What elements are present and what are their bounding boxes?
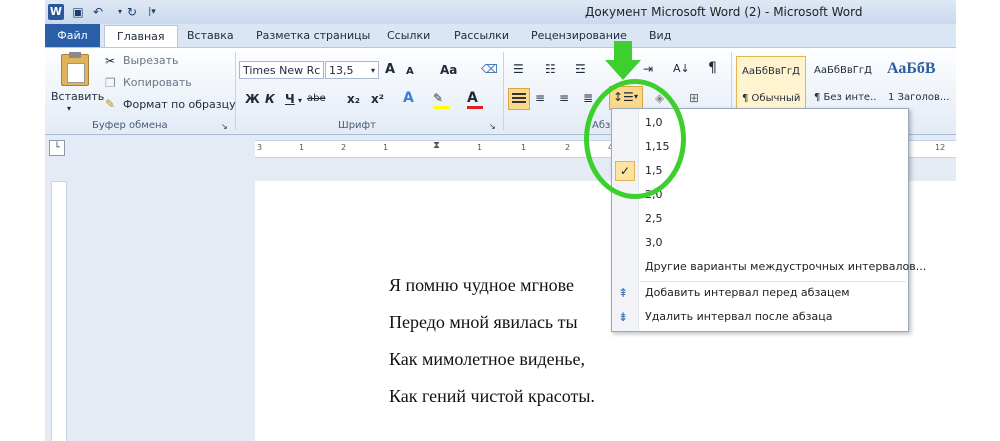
font-size-combo[interactable]: 13,5 ▾ bbox=[325, 61, 379, 79]
style-heading-1[interactable]: АаБбВ 1 Заголов... bbox=[883, 56, 951, 110]
subscript-icon[interactable]: x₂ bbox=[347, 91, 360, 107]
style-name: 1 Заголов... bbox=[888, 92, 950, 103]
paste-icon[interactable] bbox=[61, 52, 89, 86]
group-separator bbox=[503, 52, 504, 130]
copy-button[interactable]: Копировать bbox=[123, 76, 192, 89]
tab-home[interactable]: Главная bbox=[104, 25, 178, 49]
indent-icon[interactable]: ⇥ bbox=[643, 61, 653, 77]
style-preview: АаБбВвГгД bbox=[814, 65, 872, 76]
align-center-icon[interactable]: ≡ bbox=[535, 90, 545, 106]
paste-dropdown-icon[interactable]: ▾ bbox=[67, 104, 71, 113]
ruler-mark: 1 bbox=[299, 143, 305, 152]
borders-icon[interactable]: ⊞ bbox=[689, 90, 699, 106]
tab-view[interactable]: Вид bbox=[649, 24, 671, 48]
tab-file[interactable]: Файл bbox=[45, 24, 100, 47]
style-preview: АаБбВ bbox=[887, 60, 936, 77]
customize-qat-icon[interactable]: |▾ bbox=[143, 3, 161, 21]
bold-icon[interactable]: Ж bbox=[245, 91, 260, 107]
font-color-icon[interactable]: A bbox=[467, 90, 478, 106]
align-left-icon[interactable] bbox=[508, 88, 530, 110]
undo-icon[interactable]: ↶ bbox=[89, 3, 107, 21]
clipboard-launcher-icon[interactable]: ↘ bbox=[221, 119, 228, 135]
highlight-icon[interactable]: ✎ bbox=[433, 90, 443, 106]
style-normal[interactable]: АаБбВвГгД ¶ Обычный bbox=[736, 56, 806, 112]
change-case-icon[interactable]: Aa bbox=[440, 62, 457, 78]
annotation-arrow-head bbox=[605, 60, 641, 80]
clear-formatting-icon[interactable]: ⌫ bbox=[481, 61, 498, 77]
ruler-mark: 1 bbox=[383, 143, 389, 152]
font-color-bar bbox=[467, 106, 483, 109]
copy-icon[interactable]: ❐ bbox=[105, 75, 116, 91]
more-spacing-options[interactable]: Другие варианты междустрочных интервалов… bbox=[612, 255, 926, 279]
title-bar: W ▣ ↶ ▾ ↻ |▾ Документ Microsoft Word (2)… bbox=[45, 0, 956, 24]
space-before-icon: ⇞ bbox=[618, 286, 629, 300]
line-spacing-option-2-5[interactable]: 2,5 bbox=[612, 207, 908, 231]
document-line[interactable]: Передо мной явилась ты bbox=[389, 312, 578, 333]
bullets-icon[interactable]: ☰ bbox=[513, 61, 524, 77]
underline-dropdown-icon[interactable]: ▾ bbox=[298, 93, 302, 109]
tab-mailings[interactable]: Рассылки bbox=[454, 24, 509, 48]
save-icon[interactable]: ▣ bbox=[69, 3, 87, 21]
remove-space-after-item[interactable]: ⇟ Удалить интервал после абзаца bbox=[612, 305, 908, 329]
shrink-font-icon[interactable]: A bbox=[406, 64, 414, 80]
tab-references[interactable]: Ссылки bbox=[387, 24, 430, 48]
multilevel-list-icon[interactable]: ☲ bbox=[575, 61, 586, 77]
justify-icon[interactable]: ≣ bbox=[583, 90, 593, 106]
underline-icon[interactable]: Ч bbox=[285, 91, 295, 107]
italic-icon[interactable]: К bbox=[265, 91, 275, 107]
document-line[interactable]: Я помню чудное мгнове bbox=[389, 275, 574, 296]
ruler-mark: 12 bbox=[935, 143, 946, 152]
ribbon-tabs: Файл Главная Вставка Разметка страницы С… bbox=[45, 24, 956, 49]
clipboard-group-label: Буфер обмена bbox=[92, 120, 168, 131]
strikethrough-icon[interactable]: abe bbox=[307, 91, 326, 107]
vertical-ruler[interactable] bbox=[51, 181, 67, 441]
font-name-value: Times New Rc bbox=[243, 64, 321, 77]
tab-page-layout[interactable]: Разметка страницы bbox=[256, 24, 370, 48]
cut-button[interactable]: Вырезать bbox=[123, 54, 178, 67]
highlight-color-bar bbox=[433, 106, 449, 109]
annotation-circle bbox=[584, 79, 686, 199]
ruler-mark: 2 bbox=[565, 143, 571, 152]
group-separator bbox=[235, 52, 236, 130]
show-marks-icon[interactable]: ¶ bbox=[708, 60, 717, 76]
window-title: Документ Microsoft Word (2) - Microsoft … bbox=[585, 5, 863, 19]
document-line[interactable]: Как гений чистой красоты. bbox=[389, 386, 595, 407]
line-spacing-option-3-0[interactable]: 3,0 bbox=[612, 231, 908, 255]
annotation-arrow-shaft bbox=[614, 41, 632, 61]
font-name-combo[interactable]: Times New Rc bbox=[239, 61, 324, 79]
style-no-spacing[interactable]: АаБбВвГгД ¶ Без инте... bbox=[809, 56, 877, 110]
tab-review[interactable]: Рецензирование bbox=[531, 24, 627, 48]
word-app-icon[interactable]: W bbox=[48, 4, 64, 20]
paste-button[interactable]: Вставить bbox=[51, 90, 104, 103]
redo-icon[interactable]: ↻ bbox=[123, 3, 141, 21]
numbering-icon[interactable]: ☷ bbox=[545, 61, 556, 77]
style-preview: АаБбВвГгД bbox=[742, 66, 800, 77]
ruler-mark: 3 bbox=[257, 143, 263, 152]
sort-icon[interactable]: A↓ bbox=[673, 61, 690, 77]
format-painter-button[interactable]: Формат по образцу bbox=[123, 98, 236, 111]
ruler-mark: 2 bbox=[341, 143, 347, 152]
font-group-label: Шрифт bbox=[338, 120, 376, 131]
font-size-value: 13,5 bbox=[329, 64, 354, 77]
document-line[interactable]: Как мимолетное виденье, bbox=[389, 349, 585, 370]
indent-marker-icon[interactable]: ⧗ bbox=[433, 140, 440, 151]
font-launcher-icon[interactable]: ↘ bbox=[489, 119, 496, 135]
tab-selector[interactable]: └ bbox=[49, 140, 65, 156]
space-after-icon: ⇟ bbox=[618, 310, 629, 324]
add-space-before-item[interactable]: ⇞ Добавить интервал перед абзацем bbox=[612, 281, 908, 305]
text-effects-icon[interactable]: A bbox=[403, 90, 414, 106]
format-painter-icon[interactable]: ✎ bbox=[105, 96, 115, 112]
superscript-icon[interactable]: x² bbox=[371, 91, 384, 107]
cut-icon[interactable]: ✂ bbox=[105, 53, 115, 69]
ruler-mark: 1 bbox=[521, 143, 527, 152]
ruler-mark: 1 bbox=[477, 143, 483, 152]
style-name: ¶ Обычный bbox=[742, 93, 801, 104]
grow-font-icon[interactable]: A bbox=[385, 62, 395, 78]
align-right-icon[interactable]: ≡ bbox=[559, 90, 569, 106]
tab-insert[interactable]: Вставка bbox=[187, 24, 234, 48]
word-window: W ▣ ↶ ▾ ↻ |▾ Документ Microsoft Word (2)… bbox=[45, 0, 956, 441]
style-name: ¶ Без инте... bbox=[814, 92, 877, 103]
